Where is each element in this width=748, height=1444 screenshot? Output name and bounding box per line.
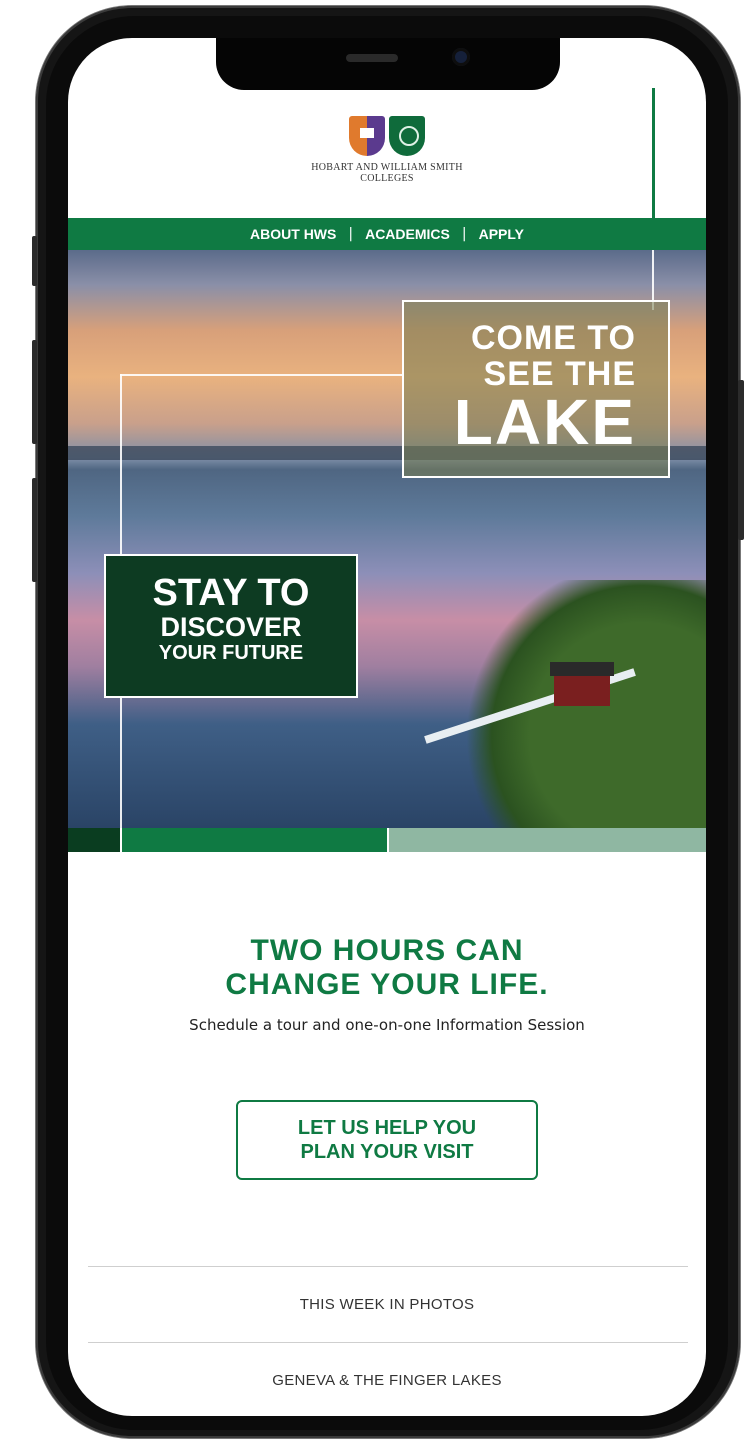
hero-boathouse [550,662,614,706]
logo-text-line2: COLLEGES [360,173,414,184]
nav-separator: | [461,226,467,242]
hero-box2-line3: YOUR FUTURE [158,642,304,664]
cta-line1: LET US HELP YOU [297,1117,477,1139]
headline-line2: CHANGE YOUR LIFE. [225,968,549,1001]
hero-stay-to-discover-box: STAY TO DISCOVER YOUR FUTURE [104,554,358,698]
nav-apply[interactable]: APPLY [479,226,524,242]
accent-light-green [389,828,706,852]
headline-line1: TWO HOURS CAN [250,934,524,967]
william-smith-shield-icon [389,116,425,156]
front-camera-icon [452,48,470,66]
hero-come-to-see-box: COME TO SEE THE LAKE [402,300,670,478]
logo-shields [68,116,706,156]
top-nav: ABOUT HWS | ACADEMICS | APPLY [68,218,706,250]
hero-box1-line1: COME TO [470,319,636,357]
subheading: Schedule a tour and one-on-one Informati… [189,1016,585,1034]
hero-box1-line3: LAKE [453,386,636,458]
this-week-photos-link[interactable]: THIS WEEK IN PHOTOS [68,1296,706,1313]
cta-line2: PLAN YOUR VISIT [300,1141,474,1163]
plan-visit-button[interactable]: LET US HELP YOU PLAN YOUR VISIT [236,1100,538,1180]
color-accent-bar [68,828,706,852]
phone-notch [216,38,560,90]
hobart-shield-icon [349,116,385,156]
power-button [738,380,744,540]
silent-switch [32,236,37,286]
nav-academics[interactable]: ACADEMICS [365,226,450,242]
speaker-grille [346,54,398,62]
hero-frame-line [120,374,404,376]
nav-separator: | [348,226,354,242]
logo-text-line1: HOBART AND WILLIAM SMITH [311,162,463,173]
divider [88,1342,688,1343]
hero-box2-line2: DISCOVER [160,612,302,642]
phone-screen: HOBART AND WILLIAM SMITH COLLEGES ABOUT … [68,38,706,1416]
hero-box2-line1: STAY TO [152,572,310,614]
college-logo[interactable]: HOBART AND WILLIAM SMITH COLLEGES [68,112,706,222]
divider [88,1266,688,1267]
page-headline: TWO HOURS CAN CHANGE YOUR LIFE. [68,934,706,1002]
accent-green [122,828,387,852]
nav-about[interactable]: ABOUT HWS [250,226,336,242]
volume-down-button [32,478,37,582]
geneva-finger-lakes-link[interactable]: GENEVA & THE FINGER LAKES [68,1372,706,1389]
accent-dark-green [68,828,120,852]
hero-lake-image: COME TO SEE THE LAKE STAY TO DISCOVER YO… [68,250,706,828]
volume-up-button [32,340,37,444]
